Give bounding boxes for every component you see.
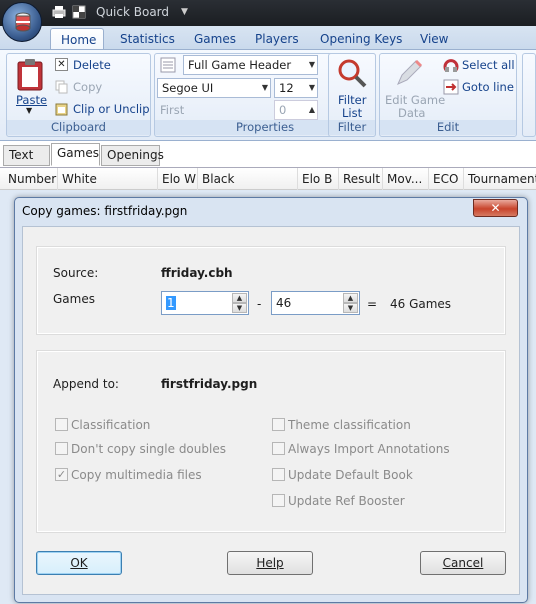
magnifier-icon xyxy=(338,59,367,88)
goto-line-icon xyxy=(443,79,459,95)
board-icon[interactable] xyxy=(72,5,86,19)
first-stepper[interactable]: 0 ▲ xyxy=(274,100,318,120)
to-game-value: 46 xyxy=(276,296,292,310)
column-elo-b[interactable]: Elo B xyxy=(298,168,339,190)
printer-icon[interactable] xyxy=(52,5,66,19)
window-title: Quick Board xyxy=(96,5,170,19)
append-label: Append to: xyxy=(53,377,119,391)
stepper-up-icon[interactable]: ▲ xyxy=(232,293,247,303)
column-elo-w[interactable]: Elo W xyxy=(158,168,198,190)
from-game-stepper[interactable]: 1 ▲ ▼ xyxy=(161,291,249,315)
tab-view[interactable]: View xyxy=(410,28,458,50)
header-select[interactable]: Full Game Header ▼ xyxy=(183,55,318,75)
database-icon xyxy=(15,12,31,32)
first-label: First xyxy=(160,103,185,117)
update-default-book-label: Update Default Book xyxy=(288,468,413,482)
tab-home[interactable]: Home xyxy=(50,28,104,50)
stepper-icon: ▲ xyxy=(308,105,315,114)
game-count: 46 Games xyxy=(390,297,452,311)
delete-icon: ✕ xyxy=(55,58,68,71)
stepper-down-icon[interactable]: ▼ xyxy=(232,303,247,313)
font-select-value: Segoe UI xyxy=(162,81,214,95)
close-button[interactable]: ✕ xyxy=(473,199,518,217)
size-select[interactable]: 12 ▼ xyxy=(274,78,318,98)
column-result[interactable]: Result xyxy=(339,168,383,190)
always-import-annotations-checkbox[interactable] xyxy=(272,442,285,455)
copy-multimedia-label: Copy multimedia files xyxy=(71,468,202,482)
always-import-annotations-label: Always Import Annotations xyxy=(288,442,450,456)
column-white[interactable]: White xyxy=(58,168,158,190)
next-group-partial xyxy=(522,53,536,137)
clipboard-paste-icon xyxy=(17,59,43,91)
range-dash: - xyxy=(257,297,262,311)
stepper-down-icon[interactable]: ▼ xyxy=(343,303,358,313)
classification-checkbox[interactable] xyxy=(55,418,68,431)
application-orb-button[interactable] xyxy=(2,2,42,42)
copy-multimedia-checkbox[interactable]: ✓ xyxy=(55,468,68,481)
clip-icon xyxy=(55,103,68,116)
paste-dropdown-icon[interactable]: ▼ xyxy=(26,106,32,115)
filter-list-button-line2[interactable]: List xyxy=(342,106,362,120)
tab-games-view[interactable]: Games xyxy=(51,143,100,166)
column-tournament[interactable]: Tournament xyxy=(464,168,536,190)
header-icon xyxy=(160,57,176,73)
help-button[interactable]: Help xyxy=(227,551,313,575)
theme-classification-label: Theme classification xyxy=(288,418,411,432)
dont-copy-single-doubles-label: Don't copy single doubles xyxy=(71,442,226,456)
tab-opening-keys[interactable]: Opening Keys xyxy=(310,28,412,50)
chevron-down-icon: ▼ xyxy=(308,83,315,92)
equals-sign: = xyxy=(367,297,378,311)
games-label: Games xyxy=(53,292,95,306)
select-all-icon xyxy=(443,59,459,72)
quick-access-dropdown-icon[interactable]: ▼ xyxy=(181,7,188,17)
delete-button[interactable]: Delete xyxy=(73,58,111,72)
chevron-down-icon: ▼ xyxy=(308,60,315,69)
clip-or-unclip-button[interactable]: Clip or Unclip xyxy=(73,102,150,116)
tab-players[interactable]: Players xyxy=(245,28,309,50)
dont-copy-single-doubles-checkbox[interactable] xyxy=(55,442,68,455)
source-label: Source: xyxy=(53,266,99,280)
cancel-button[interactable]: Cancel xyxy=(420,551,506,575)
edit-game-data-button-line1[interactable]: Edit Game xyxy=(385,93,445,107)
filter-list-button-line1[interactable]: Filter xyxy=(338,93,366,107)
column-moves[interactable]: Mov... xyxy=(383,168,429,190)
edit-group-label: Edit xyxy=(380,120,516,135)
from-game-value: 1 xyxy=(166,296,176,310)
to-game-stepper[interactable]: 46 ▲ ▼ xyxy=(271,291,360,315)
size-select-value: 12 xyxy=(279,81,294,95)
pencil-icon xyxy=(397,59,423,85)
update-default-book-checkbox[interactable] xyxy=(272,468,285,481)
font-select[interactable]: Segoe UI ▼ xyxy=(157,78,271,98)
header-select-value: Full Game Header xyxy=(188,58,292,72)
tab-text[interactable]: Text xyxy=(3,145,50,166)
append-value: firstfriday.pgn xyxy=(161,377,258,391)
clipboard-group-label: Clipboard xyxy=(7,120,150,135)
update-ref-booster-label: Update Ref Booster xyxy=(288,494,405,508)
column-eco[interactable]: ECO xyxy=(429,168,464,190)
tab-statistics[interactable]: Statistics xyxy=(110,28,185,50)
source-value: ffriday.cbh xyxy=(161,266,233,280)
ok-button[interactable]: OK xyxy=(36,551,122,575)
tab-games[interactable]: Games xyxy=(184,28,246,50)
tab-openings[interactable]: Openings xyxy=(101,145,164,166)
dialog-title: Copy games: firstfriday.pgn xyxy=(22,204,188,218)
update-ref-booster-checkbox[interactable] xyxy=(272,494,285,507)
edit-game-data-button-line2[interactable]: Data xyxy=(398,106,425,120)
column-black[interactable]: Black xyxy=(198,168,298,190)
column-number[interactable]: Number xyxy=(4,168,58,190)
stepper-up-icon[interactable]: ▲ xyxy=(343,293,358,303)
copy-button[interactable]: Copy xyxy=(73,80,102,94)
close-icon: ✕ xyxy=(490,201,501,215)
filter-group-label: Filter xyxy=(329,120,375,135)
classification-label: Classification xyxy=(71,418,151,432)
chevron-down-icon: ▼ xyxy=(261,83,268,92)
theme-classification-checkbox[interactable] xyxy=(272,418,285,431)
copy-icon xyxy=(55,80,68,94)
select-all-button[interactable]: Select all xyxy=(462,58,515,72)
goto-line-button[interactable]: Goto line xyxy=(462,80,514,94)
first-stepper-value: 0 xyxy=(279,103,287,117)
paste-button[interactable]: Paste xyxy=(16,93,47,107)
